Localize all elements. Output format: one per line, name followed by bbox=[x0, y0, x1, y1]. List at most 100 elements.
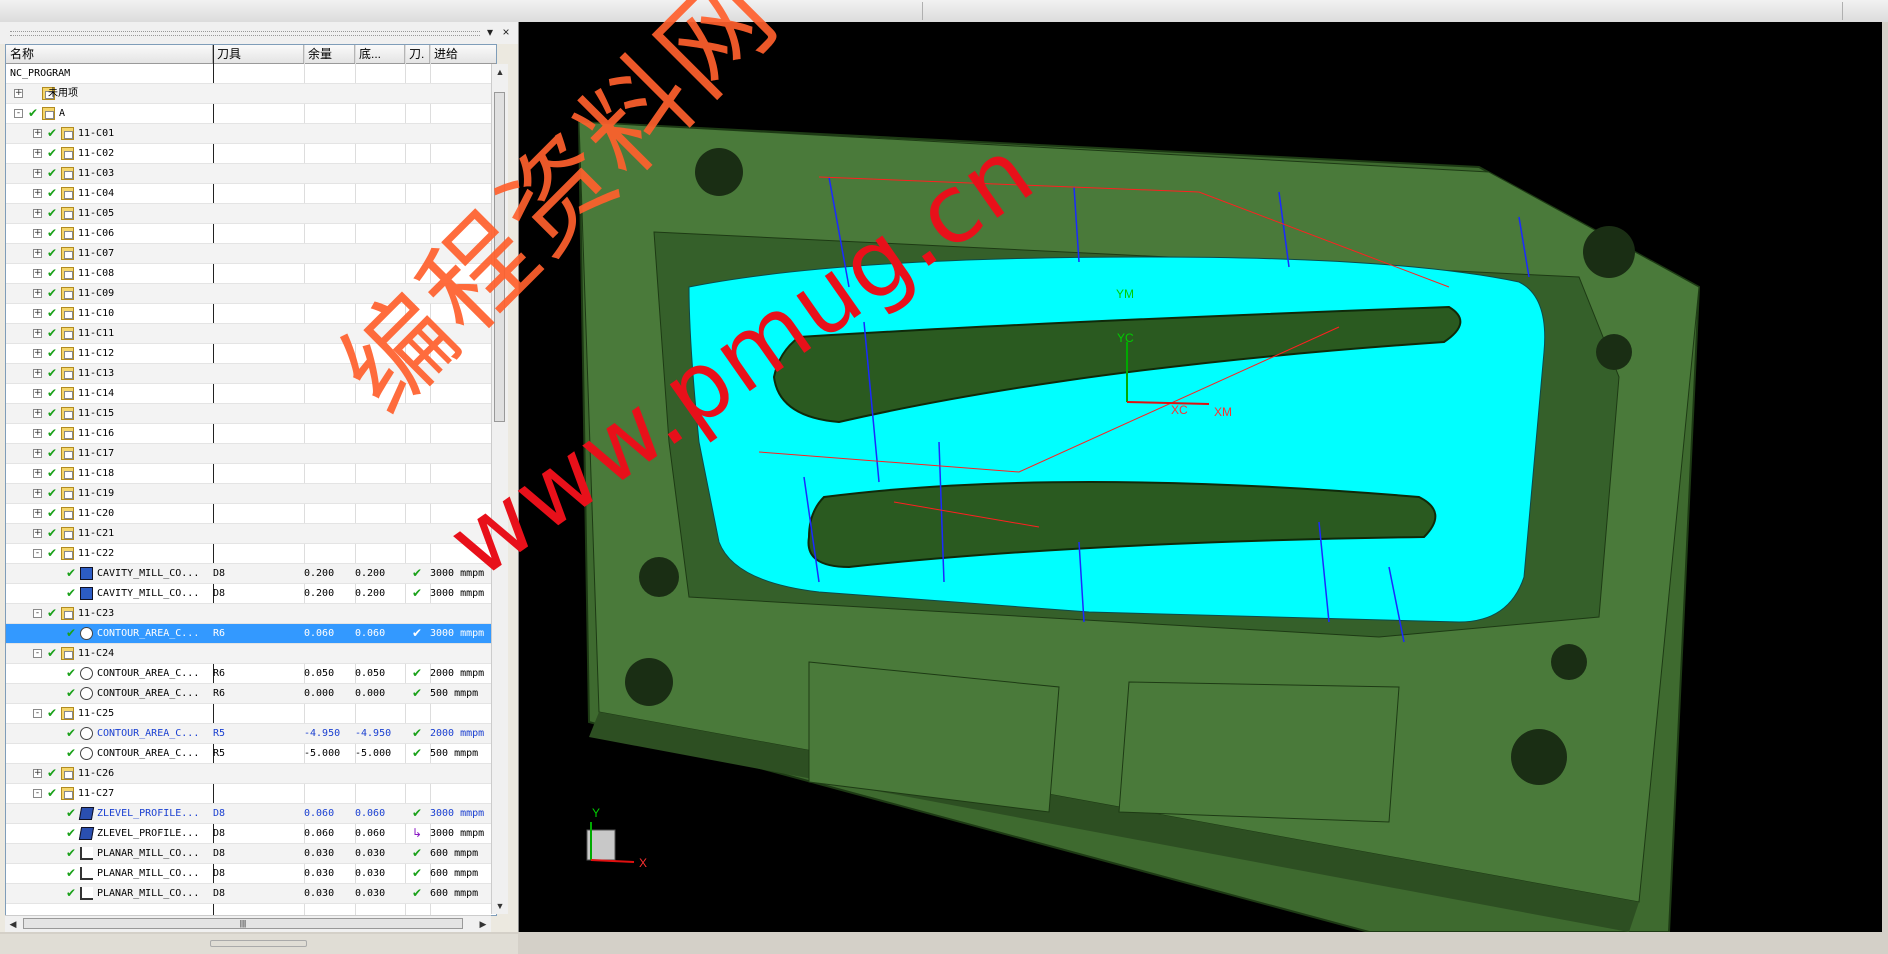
program-group-row[interactable]: + ✔ 11-C20 bbox=[6, 504, 494, 524]
operation-row[interactable]: ✔ PLANAR_MILL_CO... D8 0.030 0.030 ✔ 600 mmpm bbox=[6, 864, 494, 884]
horizontal-scrollbar[interactable]: ◀ ||| ▶ bbox=[5, 915, 491, 932]
expand-icon[interactable]: + bbox=[14, 89, 23, 98]
panel-grip[interactable] bbox=[10, 31, 480, 36]
operation-row[interactable]: ✔ ZLEVEL_PROFILE... D8 0.060 0.060 ✔ 3000 mmpm bbox=[6, 804, 494, 824]
status-check-icon: ✔ bbox=[46, 466, 58, 480]
graphics-viewport[interactable]: YM YC XC XM Y X bbox=[519, 22, 1882, 932]
operation-row[interactable]: ✔ CAVITY_MILL_CO... D8 0.200 0.200 ✔ 3000 mmpm bbox=[6, 564, 494, 584]
collapse-icon[interactable]: - bbox=[33, 789, 42, 798]
program-group-row[interactable]: + ✔ 11-C19 bbox=[6, 484, 494, 504]
expand-icon[interactable]: + bbox=[33, 349, 42, 358]
floor-stock-cell: 0.030 bbox=[355, 848, 386, 859]
operation-row[interactable]: ✔ CAVITY_MILL_CO... D8 0.200 0.200 ✔ 3000 mmpm bbox=[6, 584, 494, 604]
tool-cell: R6 bbox=[213, 688, 226, 699]
dropdown-icon[interactable]: ▾ bbox=[482, 24, 498, 40]
row-label: CONTOUR_AREA_C... bbox=[97, 748, 200, 759]
column-tool[interactable]: 刀具 bbox=[213, 45, 304, 63]
collapse-icon[interactable]: - bbox=[33, 709, 42, 718]
status-check-icon: ✔ bbox=[65, 686, 77, 700]
program-group-row[interactable]: + ✔ 11-C01 bbox=[6, 124, 494, 144]
collapse-icon[interactable]: - bbox=[33, 549, 42, 558]
operation-row[interactable]: ✔ CONTOUR_AREA_C... R5 -5.000 -5.000 ✔ 500 mmp… bbox=[6, 744, 494, 764]
expand-icon[interactable]: + bbox=[33, 149, 42, 158]
expand-icon[interactable]: + bbox=[33, 529, 42, 538]
program-group-row[interactable]: NC_PROGRAM bbox=[6, 64, 494, 84]
expand-icon[interactable]: + bbox=[33, 129, 42, 138]
expand-icon[interactable]: + bbox=[33, 469, 42, 478]
column-name[interactable]: 名称 bbox=[6, 45, 213, 63]
tool-cell bbox=[213, 304, 301, 323]
expand-icon[interactable]: + bbox=[33, 169, 42, 178]
expand-icon[interactable]: + bbox=[33, 329, 42, 338]
feed-cell bbox=[430, 84, 494, 103]
scroll-thumb[interactable]: ||| bbox=[23, 918, 463, 929]
name-cell: - ✔ A bbox=[6, 104, 209, 123]
floor-stock-cell bbox=[355, 104, 405, 123]
program-group-row[interactable]: - ✔ 11-C24 bbox=[6, 644, 494, 664]
operation-row[interactable]: ✔ CONTOUR_AREA_C... R5 -4.950 -4.950 ✔ 2000 mm… bbox=[6, 724, 494, 744]
row-label: PLANAR_MILL_CO... bbox=[97, 868, 200, 879]
mold-model-view[interactable]: YM YC XC XM Y X bbox=[519, 22, 1882, 932]
program-group-row[interactable]: - ✔ 11-C25 bbox=[6, 704, 494, 724]
scroll-left-icon[interactable]: ◀ bbox=[5, 916, 21, 932]
expand-icon[interactable]: + bbox=[33, 389, 42, 398]
operation-row[interactable]: ✔ PLANAR_MILL_CO... D8 0.030 0.030 ✔ 600 mmpm bbox=[6, 844, 494, 864]
operation-row[interactable]: ✔ CONTOUR_AREA_C... R6 0.000 0.000 ✔ 500 mmpm bbox=[6, 684, 494, 704]
program-group-row[interactable]: - ✔ 11-C23 bbox=[6, 604, 494, 624]
expand-icon[interactable]: + bbox=[33, 369, 42, 378]
status-check-icon: ✔ bbox=[46, 486, 58, 500]
program-group-row[interactable]: - ✔ 11-C22 bbox=[6, 544, 494, 564]
tool-cell: R6 bbox=[213, 668, 226, 679]
expand-icon[interactable]: + bbox=[33, 289, 42, 298]
expand-icon[interactable]: + bbox=[33, 509, 42, 518]
name-cell: ✔ ZLEVEL_PROFILE... bbox=[6, 824, 209, 843]
scroll-down-icon[interactable]: ▼ bbox=[492, 898, 508, 914]
expand-icon[interactable]: + bbox=[33, 409, 42, 418]
program-group-row[interactable]: + ✔ 11-C18 bbox=[6, 464, 494, 484]
scroll-up-icon[interactable]: ▲ bbox=[492, 64, 508, 80]
expand-icon[interactable]: + bbox=[33, 269, 42, 278]
operation-icon bbox=[78, 827, 95, 840]
name-cell: ✔ CONTOUR_AREA_C... bbox=[6, 664, 209, 683]
program-group-row[interactable]: + ✔ 11-C17 bbox=[6, 444, 494, 464]
program-group-row[interactable]: + ✔ 11-C04 bbox=[6, 184, 494, 204]
close-icon[interactable]: × bbox=[498, 24, 514, 40]
expand-icon[interactable]: + bbox=[33, 209, 42, 218]
program-group-row[interactable]: - ✔ 11-C27 bbox=[6, 784, 494, 804]
status-check-icon: ✔ bbox=[46, 346, 58, 360]
stock-cell bbox=[304, 144, 354, 163]
floor-stock-cell: 0.000 bbox=[355, 688, 386, 699]
column-toolpath[interactable]: 刀. bbox=[405, 45, 430, 63]
feed-cell bbox=[430, 604, 494, 623]
expand-icon[interactable]: + bbox=[33, 189, 42, 198]
expand-icon[interactable]: + bbox=[33, 429, 42, 438]
row-label: 11-C11 bbox=[78, 328, 115, 339]
expand-icon[interactable]: + bbox=[33, 309, 42, 318]
program-group-row[interactable]: + ✔ 11-C21 bbox=[6, 524, 494, 544]
program-group-row[interactable]: + ✔ 11-C02 bbox=[6, 144, 494, 164]
column-feed[interactable]: 进给 bbox=[430, 45, 496, 63]
expand-icon[interactable]: + bbox=[33, 249, 42, 258]
column-stock[interactable]: 余量 bbox=[304, 45, 355, 63]
status-check-icon: ✔ bbox=[46, 286, 58, 300]
collapse-icon[interactable]: - bbox=[33, 649, 42, 658]
scroll-right-icon[interactable]: ▶ bbox=[475, 916, 491, 932]
collapse-icon[interactable]: - bbox=[33, 609, 42, 618]
program-group-row[interactable]: + ✔ 11-C03 bbox=[6, 164, 494, 184]
operation-row[interactable]: ✔ ZLEVEL_PROFILE... D8 0.060 0.060 ↳ 3000 mmpm bbox=[6, 824, 494, 844]
name-cell: + ✔ 11-C14 bbox=[6, 384, 209, 403]
program-group-row[interactable]: + ✔ 11-C26 bbox=[6, 764, 494, 784]
resize-grip[interactable] bbox=[210, 940, 307, 947]
operation-row[interactable]: ✔ CONTOUR_AREA_C... R6 0.060 0.060 ✔ 3000 mmpm bbox=[6, 624, 494, 644]
expand-icon[interactable]: + bbox=[33, 769, 42, 778]
program-folder-icon bbox=[61, 127, 74, 140]
expand-icon[interactable]: + bbox=[33, 229, 42, 238]
operation-row[interactable]: ✔ PLANAR_MILL_CO... D8 0.030 0.030 ✔ 600 mmpm bbox=[6, 884, 494, 904]
collapse-icon[interactable]: - bbox=[14, 109, 23, 118]
expand-icon[interactable]: + bbox=[33, 449, 42, 458]
operation-row[interactable]: ✔ CONTOUR_AREA_C... R6 0.050 0.050 ✔ 2000 mmpm bbox=[6, 664, 494, 684]
expand-icon[interactable]: + bbox=[33, 489, 42, 498]
program-group-row[interactable]: + 未用项 bbox=[6, 84, 494, 104]
column-floor[interactable]: 底... bbox=[355, 45, 405, 63]
program-group-row[interactable]: - ✔ A bbox=[6, 104, 494, 124]
